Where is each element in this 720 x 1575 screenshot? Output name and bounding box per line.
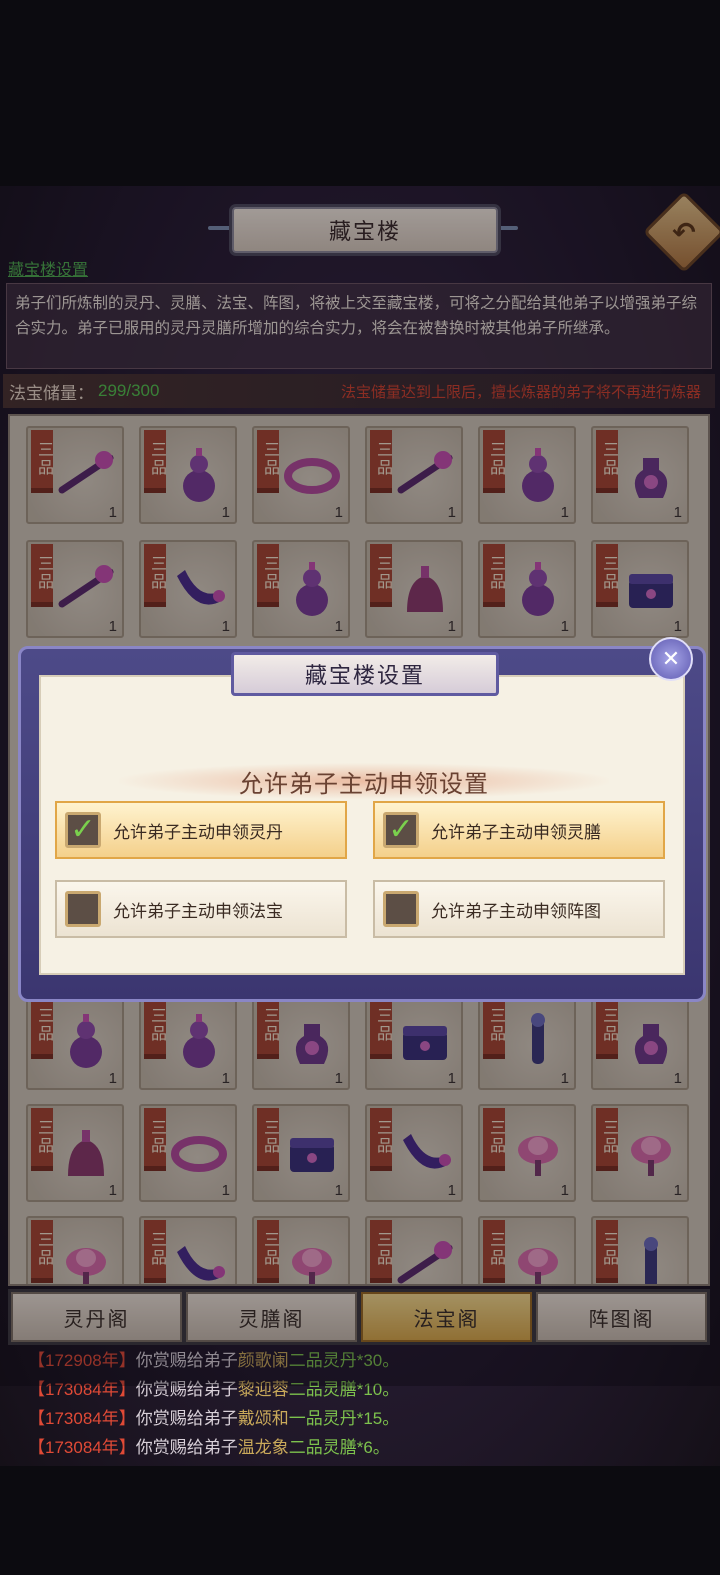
option-zhentu[interactable]: 允许弟子主动申领阵图 — [373, 880, 665, 938]
modal-body: 允许弟子主动申领设置 ✓ 允许弟子主动申领灵丹 ✓ 允许弟子主动申领灵膳 允许弟… — [39, 675, 685, 975]
option-label: 允许弟子主动申领阵图 — [431, 901, 601, 921]
option-lingdan[interactable]: ✓ 允许弟子主动申领灵丹 — [55, 801, 347, 859]
settings-modal: 允许弟子主动申领设置 ✓ 允许弟子主动申领灵丹 ✓ 允许弟子主动申领灵膳 允许弟… — [18, 637, 706, 1002]
checkbox-lingdan[interactable]: ✓ — [65, 812, 101, 848]
option-label: 允许弟子主动申领灵丹 — [113, 822, 283, 842]
option-label: 允许弟子主动申领灵膳 — [431, 822, 601, 842]
option-fabao[interactable]: 允许弟子主动申领法宝 — [55, 880, 347, 938]
log-line: 【173084年】你赏赐给弟子温龙象二品灵膳*6。 — [28, 1438, 390, 1457]
option-lingshan[interactable]: ✓ 允许弟子主动申领灵膳 — [373, 801, 665, 859]
option-label: 允许弟子主动申领法宝 — [113, 901, 283, 921]
section-heading: 允许弟子主动申领设置 — [119, 763, 609, 799]
checkbox-lingshan[interactable]: ✓ — [383, 812, 419, 848]
checkbox-fabao[interactable] — [65, 891, 101, 927]
modal-title: 藏宝楼设置 — [231, 652, 499, 696]
log-line: 【173084年】你赏赐给弟子戴颂和一品灵丹*15。 — [28, 1409, 400, 1428]
close-icon[interactable]: ✕ — [649, 637, 693, 681]
checkbox-zhentu[interactable] — [383, 891, 419, 927]
